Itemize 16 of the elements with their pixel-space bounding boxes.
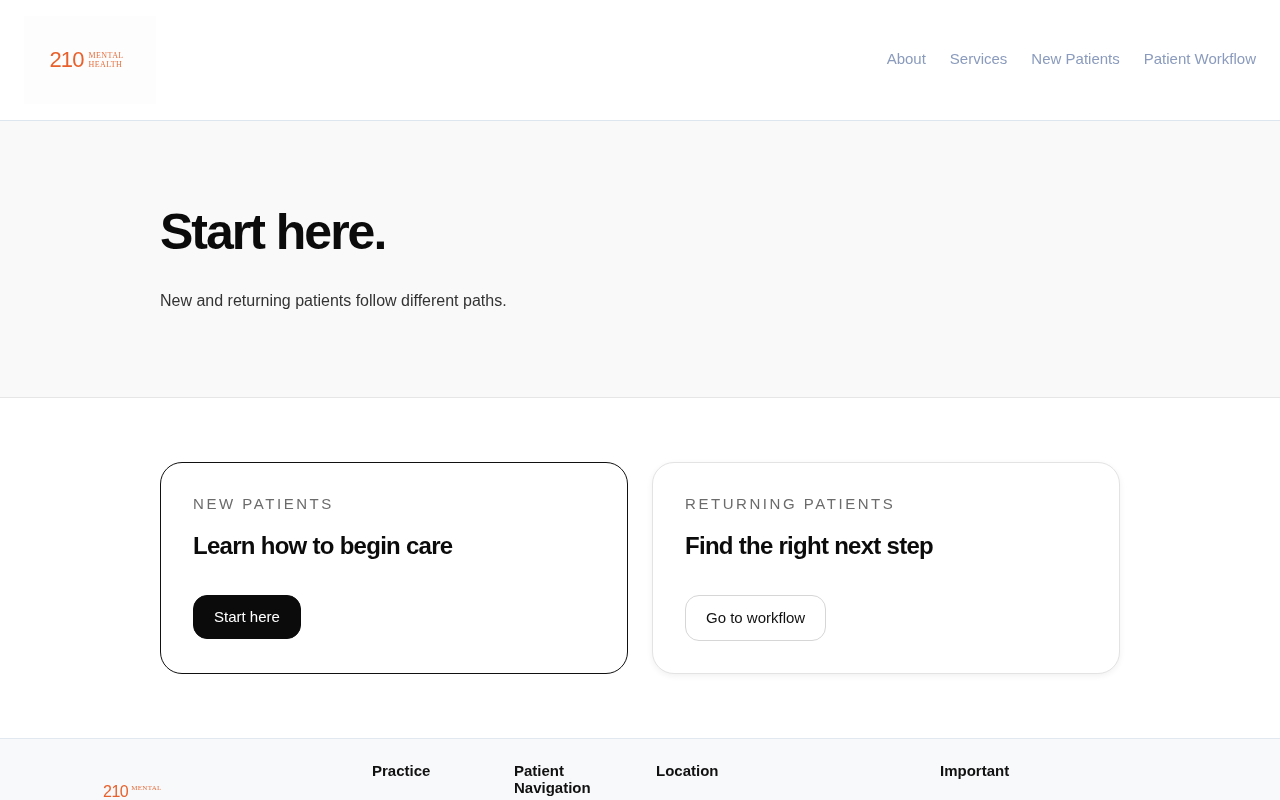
card-eyebrow: NEW PATIENTS (193, 494, 334, 514)
card-title: Find the right next step (685, 531, 934, 561)
footer-heading: Important (940, 762, 1010, 779)
hero-subtitle: New and returning patients follow different paths. (160, 291, 507, 311)
start-button[interactable]: Start here (193, 595, 301, 639)
card-title: Learn how to begin care (193, 531, 453, 561)
nav-link[interactable]: New Patients (1031, 47, 1120, 71)
footer-heading: Patient Navigation (514, 762, 592, 796)
card-eyebrow: RETURNING PATIENTS (685, 494, 896, 514)
nav-link[interactable]: Patient Workflow (1143, 47, 1256, 71)
footer-heading: Location (656, 762, 719, 779)
workflow-button[interactable]: Go to workflow (685, 595, 827, 641)
footer-heading: Practice (372, 762, 431, 779)
nav-link[interactable]: Services (949, 47, 1008, 71)
nav-link[interactable]: About (886, 47, 926, 71)
hero-title: Start here. (160, 207, 386, 257)
